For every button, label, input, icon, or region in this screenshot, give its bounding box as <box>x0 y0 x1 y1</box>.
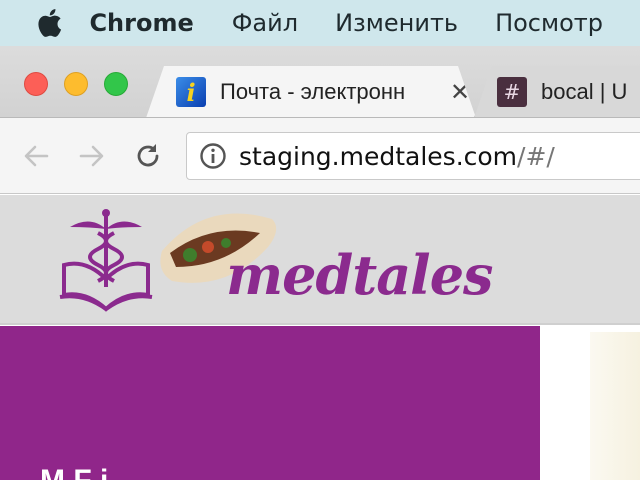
hero-image <box>590 332 640 480</box>
menu-bar: Chrome Файл Изменить Посмотр <box>0 0 640 46</box>
browser-toolbar: staging.medtales.com /#/ <box>0 118 640 194</box>
back-button[interactable] <box>16 136 56 176</box>
hash-icon: # <box>497 77 527 107</box>
reload-icon <box>137 144 159 167</box>
tab-title: bocal | U <box>541 79 628 104</box>
apple-icon[interactable] <box>28 8 69 38</box>
app-name-menu[interactable]: Chrome <box>89 9 193 37</box>
main-content: M F i <box>0 326 640 480</box>
window-close-button[interactable] <box>24 72 48 96</box>
tab-strip: i Почта - электронн ✕ # bocal | U <box>0 46 640 118</box>
address-bar[interactable]: staging.medtales.com /#/ <box>186 132 640 180</box>
window-minimize-button[interactable] <box>64 72 88 96</box>
medtales-logo[interactable]: medtales <box>58 203 493 319</box>
menu-file[interactable]: Файл <box>232 9 298 37</box>
logo-text: medtales <box>226 243 493 307</box>
menu-view[interactable]: Посмотр <box>495 9 603 37</box>
reload-button[interactable] <box>128 136 168 176</box>
forward-button[interactable] <box>72 136 112 176</box>
window-maximize-button[interactable] <box>104 72 128 96</box>
site-header: medtales <box>0 195 640 325</box>
tab-title: Почта - электронн <box>220 79 406 104</box>
info-icon: i <box>176 77 206 107</box>
url-path: /#/ <box>517 141 555 171</box>
close-icon[interactable]: ✕ <box>450 78 470 107</box>
url-host: staging.medtales.com <box>239 141 518 171</box>
hero-panel: M F i <box>0 326 540 480</box>
menu-edit[interactable]: Изменить <box>335 9 458 37</box>
hero-text: M F i <box>40 464 108 480</box>
tab-mail[interactable]: i Почта - электронн ✕ <box>146 66 476 117</box>
tab-bocal[interactable]: # bocal | U <box>474 66 640 117</box>
arrow-right-icon <box>79 145 104 167</box>
site-info-icon[interactable] <box>199 142 227 170</box>
arrow-left-icon <box>24 145 49 167</box>
